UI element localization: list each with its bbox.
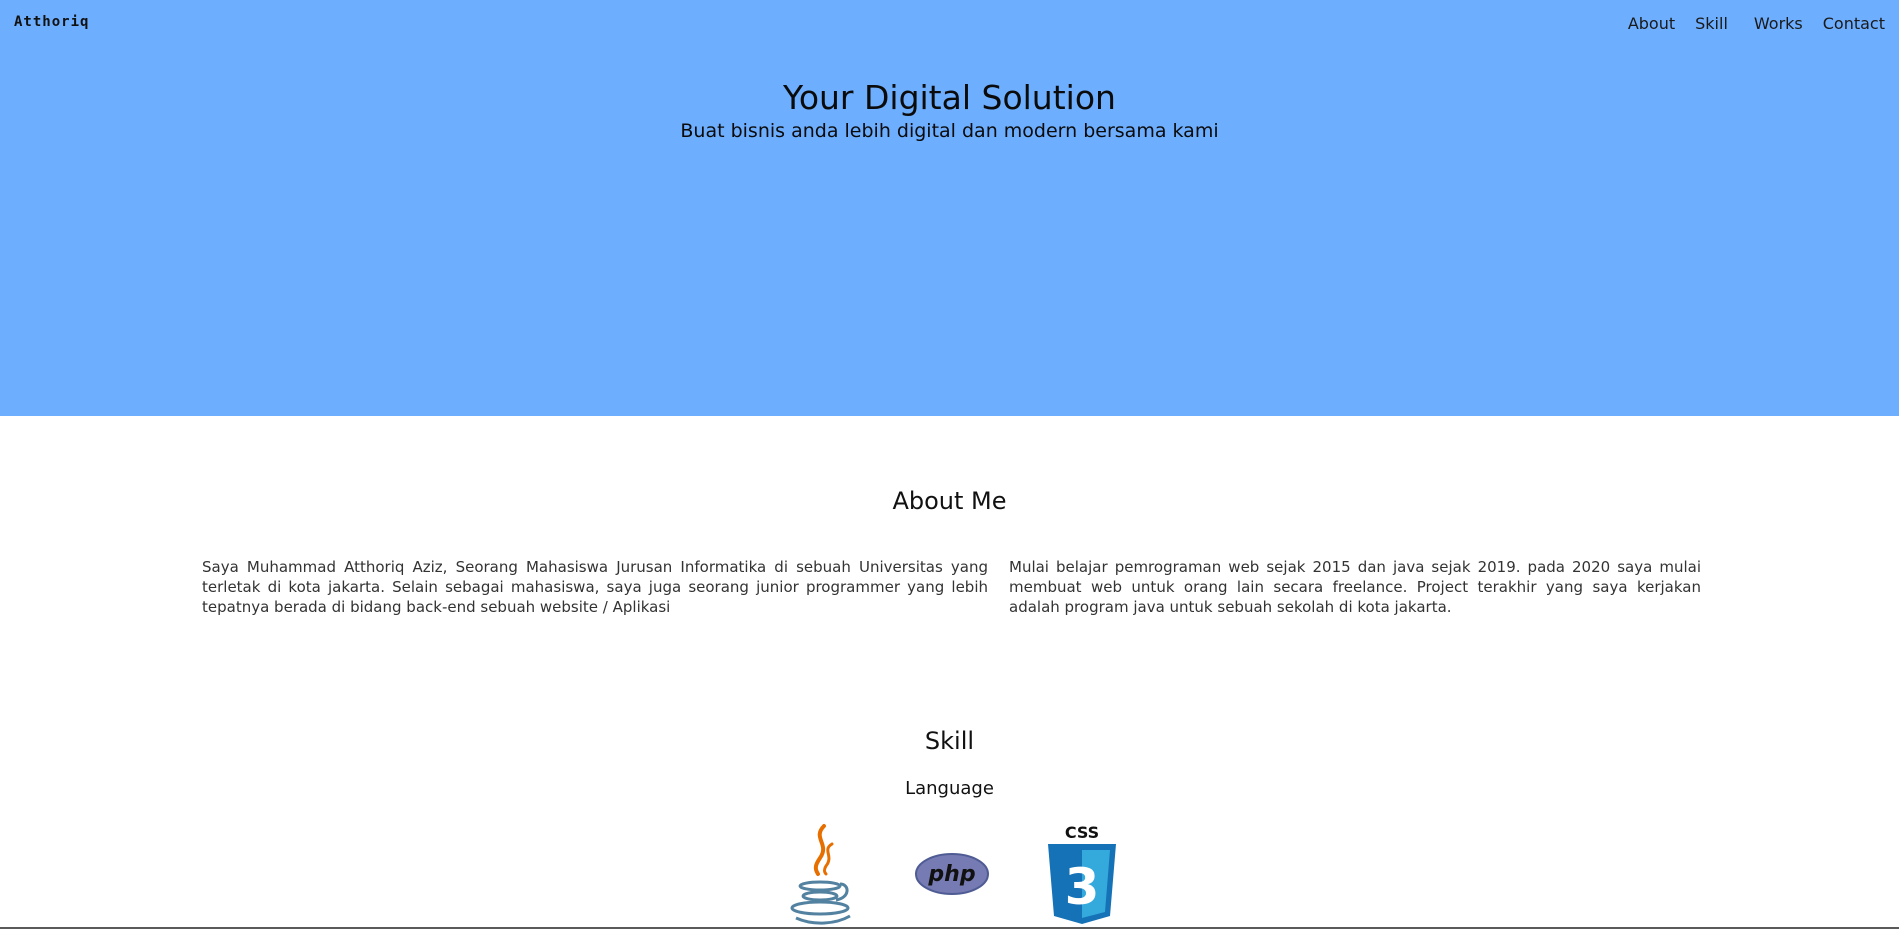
css-number: 3 [1065,858,1100,916]
hero-title: Your Digital Solution [783,78,1116,117]
css3-icon: CSS 3 [1048,823,1116,924]
php-label: php [927,862,975,887]
nav-skill[interactable]: Skill [1695,14,1728,33]
skill-title: Skill [924,727,975,755]
css-label: CSS [1065,823,1099,842]
brand-logo[interactable]: Atthoriq [14,14,89,30]
hero-section: Atthoriq About Skill Works Contact Your … [0,0,1899,416]
java-icon [790,824,851,925]
nav-contact[interactable]: Contact [1823,14,1885,33]
about-title: About Me [892,487,1007,515]
nav-works[interactable]: Works [1754,14,1803,33]
about-left-text: Saya Muhammad Atthoriq Aziz, Seorang Mah… [202,558,988,616]
nav-about[interactable]: About [1628,14,1675,33]
about-right-text: Mulai belajar pemrograman web sejak 2015… [1009,558,1701,616]
skill-subtitle: Language [905,778,994,799]
php-icon: php [915,853,989,895]
hero-subtitle: Buat bisnis anda lebih digital dan moder… [680,120,1219,142]
top-nav: About Skill Works Contact [1628,14,1885,33]
